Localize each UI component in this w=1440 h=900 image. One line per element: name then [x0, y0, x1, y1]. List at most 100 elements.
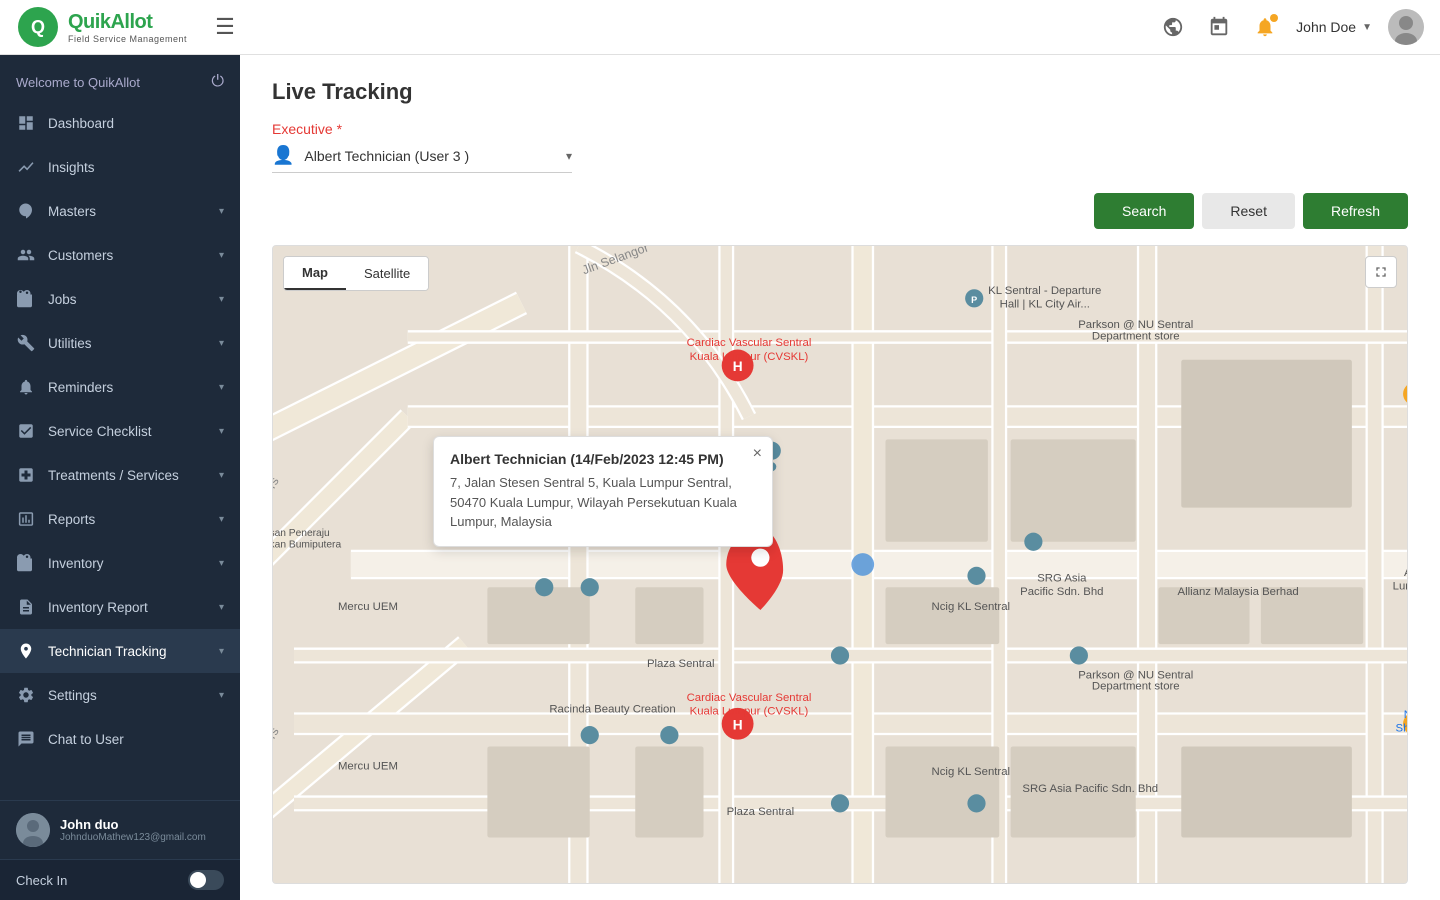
sidebar-item-inventory-report[interactable]: Inventory Report ▾: [0, 585, 240, 629]
svg-text:Department store: Department store: [1092, 330, 1180, 342]
reports-chevron: ▾: [219, 514, 224, 525]
svg-text:Ncig KL Sentral: Ncig KL Sentral: [932, 601, 1011, 613]
check-in-toggle[interactable]: [188, 870, 224, 890]
refresh-button[interactable]: Refresh: [1303, 193, 1408, 229]
sidebar-item-technician-tracking[interactable]: Technician Tracking ▾: [0, 629, 240, 673]
inventory-report-chevron: ▾: [219, 602, 224, 613]
svg-text:NU Sentral: NU Sentral: [1404, 709, 1407, 721]
sidebar-item-treatments[interactable]: Treatments / Services ▾: [0, 453, 240, 497]
sidebar-label-jobs: Jobs: [48, 292, 77, 307]
svg-text:Parkson @ NU Sentral: Parkson @ NU Sentral: [1078, 319, 1193, 331]
footer-avatar: [16, 813, 50, 847]
hamburger-menu[interactable]: ☰: [215, 14, 235, 40]
sidebar-item-reminders[interactable]: Reminders ▾: [0, 365, 240, 409]
technician-tracking-chevron: ▾: [219, 646, 224, 657]
insights-icon: [16, 157, 36, 177]
sidebar-label-dashboard: Dashboard: [48, 116, 114, 131]
globe-icon-button[interactable]: [1158, 12, 1188, 42]
sidebar-item-chat[interactable]: Chat to User: [0, 717, 240, 761]
masters-icon: [16, 201, 36, 221]
user-menu[interactable]: John Doe ▼: [1296, 19, 1372, 35]
svg-text:Parkson @ NU Sentral: Parkson @ NU Sentral: [1078, 669, 1193, 681]
svg-text:KL Sentral - Departure: KL Sentral - Departure: [988, 285, 1101, 297]
sidebar-item-insights[interactable]: Insights: [0, 145, 240, 189]
header-right: John Doe ▼: [1158, 9, 1424, 45]
sidebar-item-reports[interactable]: Reports ▾: [0, 497, 240, 541]
sidebar-item-inventory[interactable]: Inventory ▾: [0, 541, 240, 585]
svg-text:Pacific Sdn. Bhd: Pacific Sdn. Bhd: [1020, 586, 1103, 598]
svg-text:Aloft Kuala: Aloft Kuala: [1404, 567, 1407, 579]
settings-icon: [16, 685, 36, 705]
executive-dropdown[interactable]: Albert Technician (User 3 ): [304, 148, 566, 164]
map-fullscreen-button[interactable]: [1365, 256, 1397, 288]
sidebar: Welcome to QuikAllot ⏻ Dashboard Insight…: [0, 55, 240, 900]
sidebar-item-settings[interactable]: Settings ▾: [0, 673, 240, 717]
sidebar-label-inventory-report: Inventory Report: [48, 600, 148, 615]
sidebar-item-customers[interactable]: Customers ▾: [0, 233, 240, 277]
reports-icon: [16, 509, 36, 529]
customers-chevron: ▾: [219, 250, 224, 261]
inventory-icon: [16, 553, 36, 573]
map-tab-satellite[interactable]: Satellite: [346, 257, 428, 290]
notification-bell-button[interactable]: [1250, 12, 1280, 42]
sidebar-label-utilities: Utilities: [48, 336, 92, 351]
map-info-popup: × Albert Technician (14/Feb/2023 12:45 P…: [433, 436, 773, 547]
power-icon[interactable]: ⏻: [211, 73, 224, 91]
popup-address: 7, Jalan Stesen Sentral 5, Kuala Lumpur …: [450, 473, 756, 532]
main-layout: Welcome to QuikAllot ⏻ Dashboard Insight…: [0, 55, 1440, 900]
app-name: QuikAllot: [68, 11, 187, 34]
svg-text:Mercu UEM: Mercu UEM: [338, 601, 398, 613]
svg-text:Hall | KL City Air...: Hall | KL City Air...: [1000, 298, 1090, 310]
svg-text:Yayasan Peneraju: Yayasan Peneraju: [273, 528, 330, 539]
welcome-text: Welcome to QuikAllot: [16, 75, 140, 90]
sidebar-item-jobs[interactable]: Jobs ▾: [0, 277, 240, 321]
sidebar-item-utilities[interactable]: Utilities ▾: [0, 321, 240, 365]
jobs-chevron: ▾: [219, 294, 224, 305]
sidebar-label-inventory: Inventory: [48, 556, 104, 571]
svg-text:Cardiac Vascular Sentral: Cardiac Vascular Sentral: [687, 337, 812, 349]
svg-text:Plaza Sentral: Plaza Sentral: [727, 806, 795, 818]
sidebar-label-insights: Insights: [48, 160, 95, 175]
dashboard-icon: [16, 113, 36, 133]
search-button[interactable]: Search: [1094, 193, 1194, 229]
toggle-knob: [190, 872, 206, 888]
sidebar-label-settings: Settings: [48, 688, 97, 703]
svg-text:Kuala Lumpur (CVSKL): Kuala Lumpur (CVSKL): [690, 706, 809, 718]
reset-button[interactable]: Reset: [1202, 193, 1295, 229]
sidebar-item-service-checklist[interactable]: Service Checklist ▾: [0, 409, 240, 453]
sidebar-label-technician-tracking: Technician Tracking: [48, 644, 167, 659]
masters-chevron: ▾: [219, 206, 224, 217]
sidebar-label-service-checklist: Service Checklist: [48, 424, 152, 439]
jobs-icon: [16, 289, 36, 309]
executive-section: Executive * 👤 Albert Technician (User 3 …: [272, 121, 1408, 173]
svg-text:Ncig KL Sentral: Ncig KL Sentral: [932, 766, 1011, 778]
map-tab-map[interactable]: Map: [284, 257, 346, 290]
technician-tracking-icon: [16, 641, 36, 661]
user-avatar-header[interactable]: [1388, 9, 1424, 45]
svg-text:Mercu UEM: Mercu UEM: [338, 760, 398, 772]
utilities-chevron: ▾: [219, 338, 224, 349]
executive-select-wrap: 👤 Albert Technician (User 3 ) ▾: [272, 145, 572, 173]
svg-text:H: H: [733, 717, 743, 732]
svg-text:Pendidikan Bumiputera: Pendidikan Bumiputera: [273, 539, 341, 550]
service-checklist-chevron: ▾: [219, 426, 224, 437]
svg-text:SRG Asia: SRG Asia: [1037, 573, 1087, 585]
sidebar-item-masters[interactable]: Masters ▾: [0, 189, 240, 233]
svg-text:Lumpur Sentral: Lumpur Sentral: [1393, 581, 1407, 593]
inventory-report-icon: [16, 597, 36, 617]
sidebar-item-dashboard[interactable]: Dashboard: [0, 101, 240, 145]
svg-text:Department store: Department store: [1092, 681, 1180, 693]
calendar-icon-button[interactable]: [1204, 12, 1234, 42]
sidebar-label-treatments: Treatments / Services: [48, 468, 179, 483]
service-checklist-icon: [16, 421, 36, 441]
popup-close-button[interactable]: ×: [753, 445, 762, 463]
content-body: Executive * 👤 Albert Technician (User 3 …: [240, 121, 1440, 900]
map-background: Lorong Travers Lorong Travers Jln Selang…: [273, 246, 1407, 883]
logo-area: Q QuikAllot Field Service Management ☰: [16, 5, 235, 49]
user-name-header: John Doe: [1296, 19, 1356, 35]
reminders-chevron: ▾: [219, 382, 224, 393]
inventory-chevron: ▾: [219, 558, 224, 569]
settings-chevron: ▾: [219, 690, 224, 701]
content-header: Live Tracking: [240, 55, 1440, 121]
treatments-icon: [16, 465, 36, 485]
